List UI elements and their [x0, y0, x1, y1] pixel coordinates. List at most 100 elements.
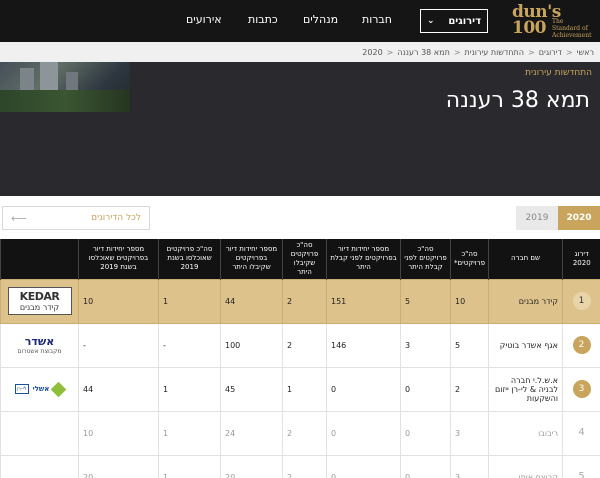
hero-building-image [0, 62, 130, 112]
units-with-permit: 100 [220, 322, 283, 368]
projects-before-permit: 0 [400, 454, 451, 478]
logo-cell: אשדר מקבוצת אשטרום [0, 322, 79, 368]
units-before-permit: 151 [326, 278, 401, 324]
total-projects: 3 [450, 454, 489, 478]
breadcrumb-item-rankings[interactable]: דירוגים [539, 48, 562, 57]
rank-cell: 1 [562, 278, 600, 324]
year-tab-2019[interactable]: 2019 [516, 206, 558, 230]
projects-with-permit: 2 [282, 410, 327, 456]
rank-cell: 3 [562, 366, 600, 412]
rank-cell: 5 [562, 454, 600, 478]
liran-logo-box: לי-רן [14, 384, 29, 394]
logo-cell: KEDAR קידר מבנים [0, 278, 79, 324]
header-rank: דירוג 2020 [562, 239, 600, 279]
table-header-row: דירוג 2020 שם חברה סה"כ פרויקטים* סה"כ פ… [0, 239, 600, 279]
nav-events[interactable]: אירועים [186, 13, 222, 26]
header-projects-with-permit: סה"כ פרויקטים שקיבלו היתר [282, 239, 327, 279]
rank-cell: 4 [562, 410, 600, 456]
rank-badge: 4 [578, 427, 585, 438]
rank-badge: 5 [578, 471, 585, 478]
rank-cell: 2 [562, 322, 600, 368]
logo-cell: לי-רן אשלי [0, 366, 79, 412]
breadcrumb-item-ranking[interactable]: תמא 38 רעננה [397, 48, 449, 57]
company-name[interactable]: קבוצת איתן [488, 454, 563, 478]
projects-before-permit: 0 [400, 410, 451, 456]
projects-occupied: 1 [158, 278, 221, 324]
total-projects: 2 [450, 366, 489, 412]
ashli-logo-text: אשלי [32, 385, 50, 393]
ashdar-logo-text: אשדר [24, 334, 55, 348]
breadcrumb-separator: < [528, 47, 535, 57]
kedar-logo-text: KEDAR [19, 289, 60, 303]
page-title: תמא 38 רעננה [445, 88, 590, 113]
top-navigation-bar: dun's 100 The Standard of Achievement די… [0, 0, 600, 42]
duns100-logo[interactable]: dun's 100 The Standard of Achievement [512, 4, 592, 40]
units-before-permit: 0 [326, 410, 401, 456]
kedar-logo-subtext: קידר מבנים [19, 302, 60, 312]
header-units-with-permit: מספר יחידות דיור בפרויקטים שקיבלו היתר [220, 239, 283, 279]
units-occupied: 10 [78, 410, 159, 456]
year-tab-2020[interactable]: 2020 [558, 206, 600, 230]
projects-occupied: 1 [158, 410, 221, 456]
logo-text-100: 100 [512, 18, 547, 38]
projects-before-permit: 5 [400, 278, 451, 324]
all-rankings-label: לכל הדירוגים [91, 213, 141, 223]
logo-cell [0, 454, 79, 478]
ranking-table: דירוג 2020 שם חברה סה"כ פרויקטים* סה"כ פ… [0, 239, 600, 478]
chevron-down-icon: ⌄ [427, 16, 435, 26]
ashli-liran-logo[interactable]: לי-רן אשלי [5, 375, 74, 403]
nav-managers[interactable]: מנהלים [303, 13, 338, 26]
table-row[interactable]: 1 קידר מבנים 10 5 151 2 44 1 10 KEDAR קי… [0, 278, 600, 324]
units-with-permit: 20 [220, 454, 283, 478]
breadcrumb-item-year: 2020 [362, 47, 383, 57]
table-row[interactable]: 5 קבוצת איתן 3 0 0 2 20 1 20 [0, 454, 600, 478]
breadcrumb-item-home[interactable]: ראשי [577, 48, 594, 57]
nav-directories-dropdown[interactable]: דירוגים ⌄ [420, 9, 488, 33]
logo-tagline: The Standard of Achievement [552, 18, 592, 39]
units-before-permit: 0 [326, 366, 401, 412]
company-name[interactable]: קידר מבנים [488, 278, 563, 324]
hero-category[interactable]: התחדשות עירונית [525, 68, 592, 78]
units-occupied: 20 [78, 454, 159, 478]
ashdar-logo[interactable]: אשדר מקבוצת אשטרום [5, 331, 74, 359]
units-before-permit: 146 [326, 322, 401, 368]
arrow-left-icon: ⟵ [11, 211, 27, 225]
units-occupied: 44 [78, 366, 159, 412]
header-total-projects: סה"כ פרויקטים* [450, 239, 489, 279]
header-units-before-permit: מספר יחידות דיור בפרויקטים לפני קבלת הית… [326, 239, 401, 279]
header-projects-occupied-2019: סה"כ פרויקטים שאוכלסו בשנת 2019 [158, 239, 221, 279]
rank-badge: 2 [572, 336, 591, 354]
breadcrumb-separator: < [565, 47, 573, 57]
company-name[interactable]: ריבובו [488, 410, 563, 456]
company-name[interactable]: אגף אשדר בוטיק [488, 322, 563, 368]
nav-directories-label: דירוגים [448, 15, 481, 27]
all-rankings-button[interactable]: לכל הדירוגים ⟵ [2, 206, 150, 230]
breadcrumb-separator: < [386, 47, 394, 57]
logo-cell [0, 410, 79, 456]
projects-with-permit: 1 [282, 366, 327, 412]
hero-banner: התחדשות עירונית תמא 38 רעננה [0, 62, 600, 196]
nav-articles[interactable]: כתבות [248, 13, 278, 26]
table-row[interactable]: 2 אגף אשדר בוטיק 5 3 146 2 100 - - אשדר … [0, 322, 600, 368]
projects-occupied: 1 [158, 366, 221, 412]
projects-occupied: - [158, 322, 221, 368]
ashdar-logo-subtext: מקבוצת אשטרום [17, 347, 62, 355]
total-projects: 5 [450, 322, 489, 368]
kedar-logo[interactable]: KEDAR קידר מבנים [7, 287, 72, 315]
breadcrumb-separator: < [453, 47, 461, 57]
company-name[interactable]: א.ש.ל.י חברה לבניה & לי-רן ייזום והשקעות [488, 366, 563, 412]
table-row[interactable]: 4 ריבובו 3 0 0 2 24 1 10 [0, 410, 600, 456]
header-units-occupied-2019: מספר יחידות דיור בפרויקטים שאוכלסו בשנת … [78, 239, 159, 279]
breadcrumb: ראשי < דירוגים < התחדשות עירונית < תמא 3… [0, 42, 600, 62]
diamond-icon [51, 381, 67, 397]
projects-occupied: 1 [158, 454, 221, 478]
units-with-permit: 24 [220, 410, 283, 456]
header-company-name: שם חברה [488, 239, 563, 279]
total-projects: 10 [450, 278, 489, 324]
units-with-permit: 45 [220, 366, 283, 412]
breadcrumb-item-category[interactable]: התחדשות עירונית [465, 48, 524, 57]
units-before-permit: 0 [326, 454, 401, 478]
table-row[interactable]: 3 א.ש.ל.י חברה לבניה & לי-רן ייזום והשקע… [0, 366, 600, 412]
nav-companies[interactable]: חברות [362, 13, 392, 26]
units-occupied: 10 [78, 278, 159, 324]
